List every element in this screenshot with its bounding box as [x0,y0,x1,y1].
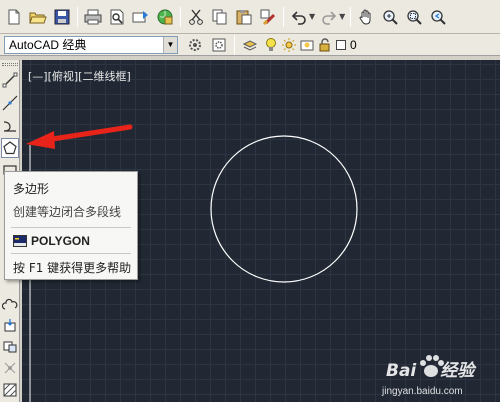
standard-toolbar: ▼ ▼ [0,0,500,34]
zoom-window-icon[interactable] [403,6,425,28]
match-properties-icon[interactable] [257,6,279,28]
point-tool-icon[interactable] [1,358,19,378]
zoom-realtime-icon[interactable] [379,6,401,28]
undo-icon[interactable] [288,6,310,28]
tooltip-command: POLYGON [31,234,90,248]
new-file-icon[interactable] [3,6,25,28]
cut-icon[interactable] [185,6,207,28]
toolbar-separator [180,6,181,27]
construction-line-icon[interactable] [1,93,19,113]
workspace-dropdown[interactable]: AutoCAD 经典 ▼ [4,35,178,54]
viewport-freeze-icon[interactable] [299,34,315,56]
pan-icon[interactable] [355,6,377,28]
lightbulb-on-icon[interactable] [263,34,279,56]
polygon-tooltip: 多边形 创建等边闭合多段线 POLYGON 按 F1 键获得更多帮助 [4,171,138,280]
layer-manager-icon[interactable] [239,34,261,56]
toolbar-separator [234,34,235,55]
chevron-down-icon[interactable]: ▼ [163,36,177,53]
line-tool-icon[interactable] [1,70,19,90]
toolbar-grip[interactable] [2,63,18,66]
toolbar-separator [350,6,352,27]
drawn-circle[interactable] [210,135,358,283]
redo-dropdown-icon[interactable]: ▼ [339,12,345,21]
copy-icon[interactable] [209,6,231,28]
unlock-icon[interactable] [317,34,333,56]
print-preview-icon[interactable] [106,6,128,28]
workspace-settings-icon[interactable] [184,34,206,56]
toolbar-separator [283,6,284,27]
undo-dropdown-icon[interactable]: ▼ [309,12,315,21]
hatch-tool-icon[interactable] [1,380,19,400]
watermark-brand-prefix: Bai [386,361,417,381]
workspace-name: AutoCAD 经典 [9,38,87,52]
tooltip-command-row: POLYGON [13,234,90,248]
paste-icon[interactable] [233,6,255,28]
sun-thaw-icon[interactable] [281,34,297,56]
baidu-jingyan-watermark: Bai 经验 jingyan.baidu.com [380,350,500,402]
command-line-icon [13,235,27,247]
watermark-url: jingyan.baidu.com [382,386,463,397]
plot-icon[interactable] [154,6,176,28]
toolbar-separator [77,6,78,27]
watermark-brand-suffix: 经验 [440,361,475,381]
workspace-toolbar: AutoCAD 经典 ▼ 0 [0,34,500,56]
polygon-tool-icon[interactable] [1,138,19,158]
save-icon[interactable] [51,6,73,28]
layer-color-swatch [336,39,346,50]
tooltip-divider [11,227,131,228]
print-icon[interactable] [82,6,104,28]
tooltip-title: 多边形 [13,182,50,196]
zoom-previous-icon[interactable] [427,6,449,28]
polyline-tool-icon[interactable] [1,116,19,136]
insert-block-icon[interactable] [1,316,19,336]
open-file-icon[interactable] [27,6,49,28]
make-block-icon[interactable] [1,336,19,356]
tooltip-help: 按 F1 键获得更多帮助 [13,261,132,275]
current-layer-name: 0 [350,37,357,52]
redo-icon[interactable] [318,6,340,28]
tooltip-divider [11,253,131,254]
tooltip-description: 创建等边闭合多段线 [13,205,122,219]
publish-icon[interactable] [130,6,152,28]
workspace-save-icon[interactable] [208,34,230,56]
revision-cloud-icon[interactable] [1,296,19,316]
watermark-brand: Bai 经验 [386,356,474,381]
